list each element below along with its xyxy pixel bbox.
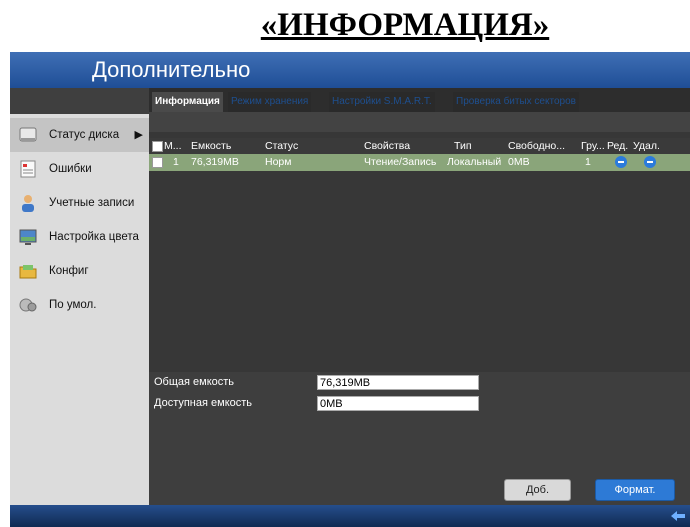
column-header[interactable]: Тип bbox=[454, 138, 506, 154]
add-button[interactable]: Доб. bbox=[504, 479, 571, 501]
user-account-icon bbox=[22, 195, 34, 212]
app-title: Дополнительно bbox=[92, 57, 251, 82]
tab-storage-mode[interactable]: Режим хранения bbox=[228, 92, 312, 112]
delete-icon[interactable] bbox=[644, 156, 656, 168]
hard-disk-icon bbox=[19, 127, 37, 142]
cell-capacity: 76,319MB bbox=[191, 156, 239, 168]
sidebar-item-config[interactable]: Конфиг bbox=[10, 254, 149, 288]
cell-type: Локальный bbox=[447, 156, 502, 168]
sidebar: Статус диска ▶ Ошибки Учетные записи Нас… bbox=[10, 88, 149, 505]
back-arrow-icon[interactable] bbox=[670, 509, 686, 523]
cell-group: 1 bbox=[585, 156, 591, 168]
sidebar-item-disk-status[interactable]: Статус диска ▶ bbox=[10, 118, 149, 152]
cell-number: 1 bbox=[173, 156, 179, 168]
cell-status: Норм bbox=[265, 156, 292, 168]
tab-smart-settings[interactable]: Настройки S.M.A.R.T. bbox=[329, 92, 435, 112]
sidebar-item-accounts[interactable]: Учетные записи bbox=[10, 186, 149, 220]
error-log-icon bbox=[20, 160, 36, 178]
sidebar-item-errors[interactable]: Ошибки bbox=[10, 152, 149, 186]
select-all-checkbox[interactable] bbox=[152, 141, 163, 152]
sidebar-item-label: Настройка цвета bbox=[49, 231, 139, 243]
cell-free-space: 0MB bbox=[508, 156, 530, 168]
column-header[interactable]: Свойства bbox=[364, 138, 452, 154]
sidebar-item-label: Учетные записи bbox=[49, 197, 135, 209]
app-header: Дополнительно bbox=[10, 52, 690, 88]
column-header[interactable]: Емкость bbox=[191, 138, 261, 154]
table-row[interactable]: 1 76,319MB Норм Чтение/Запись Локальный … bbox=[149, 154, 690, 171]
sidebar-item-color-settings[interactable]: Настройка цвета bbox=[10, 220, 149, 254]
sidebar-item-label: Статус диска bbox=[49, 129, 120, 141]
format-button[interactable]: Формат. bbox=[595, 479, 675, 501]
column-header[interactable]: М... bbox=[164, 138, 190, 154]
sidebar-item-label: Ошибки bbox=[49, 163, 92, 175]
sidebar-item-label: По умол. bbox=[49, 299, 97, 311]
tab-bad-sector-check[interactable]: Проверка битых секторов bbox=[453, 92, 579, 112]
sidebar-top-bar bbox=[10, 88, 149, 114]
cell-property: Чтение/Запись bbox=[364, 156, 437, 168]
column-header[interactable]: Гру... bbox=[581, 138, 605, 154]
folder-config-icon bbox=[19, 265, 37, 279]
column-header[interactable]: Ред. bbox=[607, 138, 631, 154]
column-header[interactable]: Удал. bbox=[633, 138, 673, 154]
free-capacity-field: 0MB bbox=[317, 396, 479, 411]
status-bar bbox=[10, 505, 690, 527]
column-header[interactable]: Статус bbox=[265, 138, 355, 154]
tab-strip: Информация Режим хранения Настройки S.M.… bbox=[149, 88, 690, 132]
color-settings-icon bbox=[19, 229, 37, 245]
free-capacity-label: Доступная емкость bbox=[154, 397, 253, 409]
document-title: «ИНФОРМАЦИЯ» bbox=[260, 7, 550, 43]
table-header: М... Емкость Статус Свойства Тип Свободн… bbox=[149, 138, 690, 154]
sidebar-item-label: Конфиг bbox=[49, 265, 89, 277]
sidebar-item-defaults[interactable]: По умол. bbox=[10, 288, 149, 322]
column-header[interactable]: Свободно... bbox=[508, 138, 578, 154]
total-capacity-label: Общая емкость bbox=[154, 376, 235, 388]
default-restore-icon bbox=[19, 298, 37, 312]
main-content: Информация Режим хранения Настройки S.M.… bbox=[149, 88, 690, 505]
tab-info[interactable]: Информация bbox=[152, 92, 223, 112]
dvr-window: Дополнительно Статус диска ▶ Ошибки Учет… bbox=[10, 52, 690, 527]
chevron-right-icon: ▶ bbox=[134, 129, 143, 141]
tab-underline-bar bbox=[149, 112, 690, 132]
total-capacity-field: 76,319MB bbox=[317, 375, 479, 390]
row-checkbox[interactable] bbox=[152, 157, 163, 168]
edit-icon[interactable] bbox=[615, 156, 627, 168]
